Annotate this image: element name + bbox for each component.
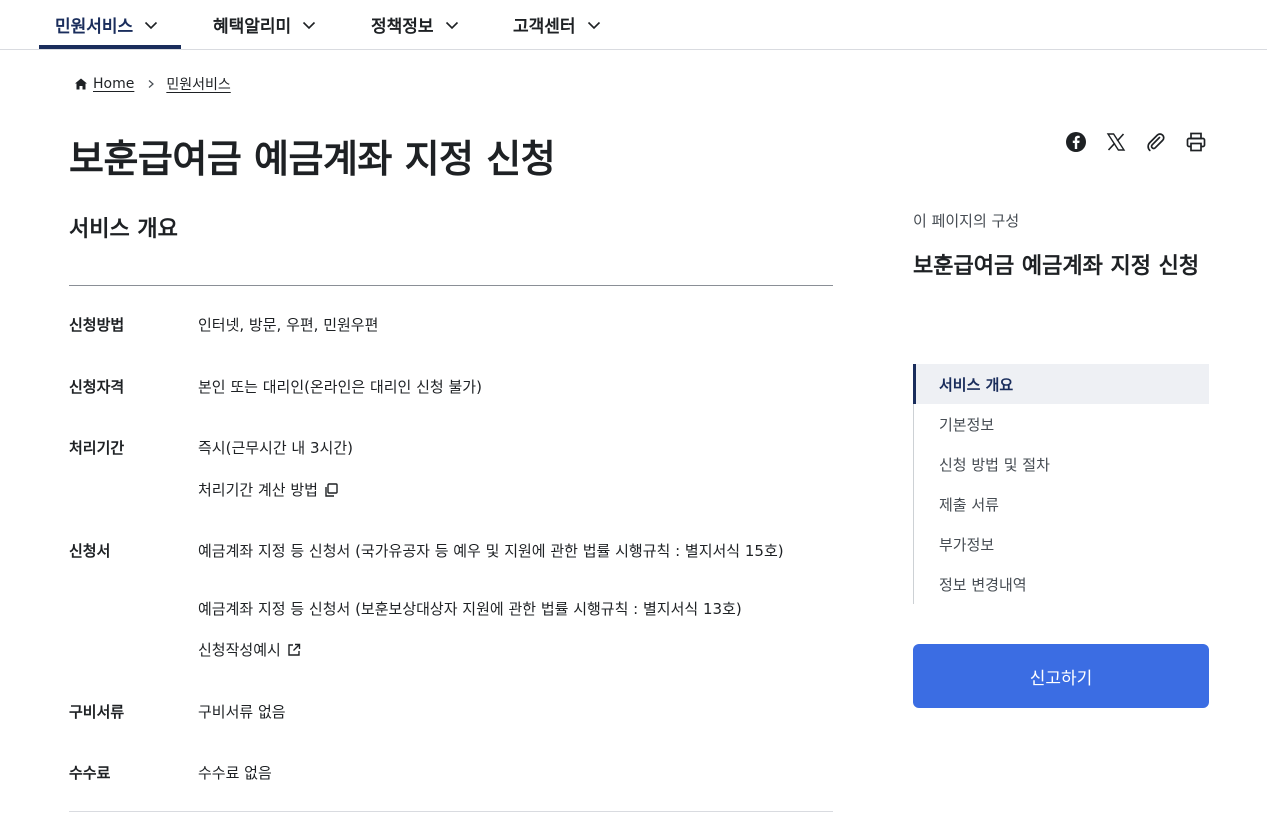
- home-icon: [75, 78, 87, 90]
- method-label: 신청방법: [69, 316, 125, 334]
- report-button[interactable]: 신고하기: [913, 644, 1209, 708]
- nav-item-label: 혜택알리미: [213, 17, 292, 37]
- x-share-button[interactable]: [1104, 130, 1128, 154]
- period-calculation-link-label: 처리기간 계산 방법: [198, 481, 318, 499]
- toc-item-service-overview[interactable]: 서비스 개요: [913, 364, 1209, 404]
- divider: [69, 811, 833, 812]
- facebook-icon: [1066, 132, 1086, 152]
- toc-item-change-history[interactable]: 정보 변경내역: [914, 564, 1209, 604]
- page-title: 보훈급여금 예금계좌 지정 신청: [69, 137, 556, 181]
- form-example-link[interactable]: 신청작성예시: [198, 639, 302, 660]
- form-label: 신청서: [69, 542, 111, 560]
- breadcrumb-current-link[interactable]: 민원서비스: [166, 74, 230, 94]
- fee-label: 수수료: [69, 764, 111, 782]
- toc-title: 보훈급여금 예금계좌 지정 신청: [913, 254, 1200, 279]
- toc-caption: 이 페이지의 구성: [913, 212, 1020, 230]
- copy-link-button[interactable]: [1144, 130, 1168, 154]
- form-value-1: 예금계좌 지정 등 신청서 (국가유공자 등 예우 및 지원에 관한 법률 시행…: [198, 542, 784, 560]
- chevron-down-icon: [587, 21, 600, 29]
- form-example-link-label: 신청작성예시: [198, 641, 281, 659]
- period-value: 즉시(근무시간 내 3시간): [198, 439, 353, 457]
- nav-item-civil-service[interactable]: 민원서비스: [55, 0, 159, 49]
- popup-window-icon: [325, 482, 338, 497]
- active-nav-indicator: [39, 45, 181, 49]
- method-value: 인터넷, 방문, 우편, 민원우편: [198, 316, 379, 334]
- documents-value: 구비서류 없음: [198, 703, 286, 721]
- nav-item-customer-center[interactable]: 고객센터: [513, 0, 602, 49]
- facebook-share-button[interactable]: [1064, 130, 1088, 154]
- share-toolbar: [1064, 130, 1208, 154]
- eligibility-value: 본인 또는 대리인(온라인은 대리인 신청 불가): [198, 378, 482, 396]
- toc-item-application-method[interactable]: 신청 방법 및 절차: [914, 444, 1209, 484]
- chevron-down-icon: [445, 21, 458, 29]
- fee-value: 수수료 없음: [198, 764, 272, 782]
- nav-item-label: 정책정보: [371, 17, 434, 37]
- chevron-down-icon: [303, 21, 316, 29]
- nav-item-label: 고객센터: [513, 17, 576, 37]
- divider: [69, 285, 833, 286]
- x-icon: [1106, 133, 1126, 151]
- chevron-right-icon: [148, 80, 155, 88]
- top-navigation: 민원서비스 혜택알리미 정책정보 고객센터: [0, 0, 1267, 50]
- eligibility-label: 신청자격: [69, 378, 125, 396]
- toc-item-required-documents[interactable]: 제출 서류: [914, 484, 1209, 524]
- breadcrumb-home-link[interactable]: Home: [93, 76, 134, 92]
- section-title: 서비스 개요: [69, 217, 178, 242]
- period-label: 처리기간: [69, 439, 125, 457]
- print-button[interactable]: [1184, 130, 1208, 154]
- toc-list: 서비스 개요 기본정보 신청 방법 및 절차 제출 서류 부가정보 정보 변경내…: [913, 364, 1209, 604]
- toc-item-additional-info[interactable]: 부가정보: [914, 524, 1209, 564]
- link-icon: [1147, 133, 1165, 152]
- nav-item-benefit-alert[interactable]: 혜택알리미: [213, 0, 317, 49]
- period-calculation-link[interactable]: 처리기간 계산 방법: [198, 479, 339, 500]
- documents-label: 구비서류: [69, 703, 125, 721]
- form-value-2: 예금계좌 지정 등 신청서 (보훈보상대상자 지원에 관한 법률 시행규칙 : …: [198, 600, 742, 618]
- nav-item-label: 민원서비스: [55, 17, 134, 37]
- print-icon: [1186, 132, 1206, 152]
- nav-item-policy-info[interactable]: 정책정보: [371, 0, 460, 49]
- toc-item-basic-info[interactable]: 기본정보: [914, 404, 1209, 444]
- breadcrumb: Home 민원서비스: [74, 74, 231, 94]
- external-link-icon: [288, 643, 301, 656]
- chevron-down-icon: [145, 21, 158, 29]
